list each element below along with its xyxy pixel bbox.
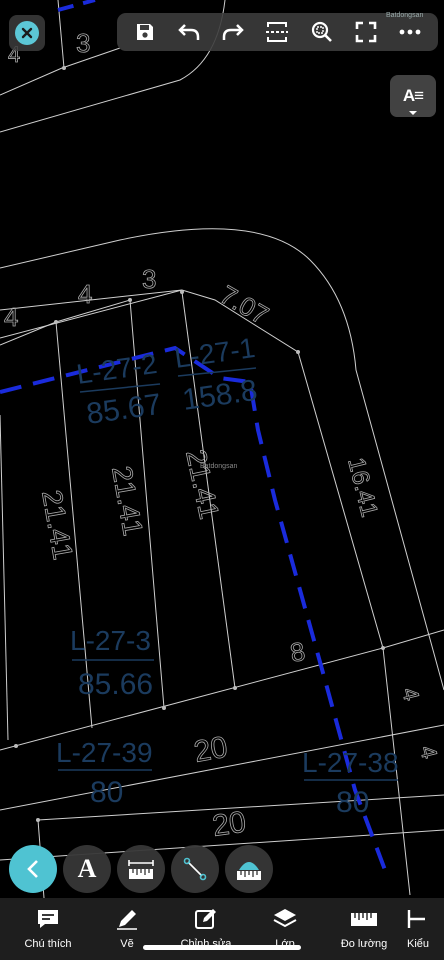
- dim-label: 8: [288, 636, 307, 668]
- layers-icon: [273, 909, 297, 928]
- drawing-watermark: Batdongsan: [200, 463, 237, 470]
- chevron-down-icon: [409, 111, 417, 115]
- more-button[interactable]: [392, 16, 428, 48]
- dropdown-bar: [390, 110, 436, 117]
- more-dots-icon: [399, 29, 421, 35]
- close-icon: [15, 21, 39, 45]
- lot-labels: L-27-2 85.67 L-27-1 158.8 L-27-3 85.66 L…: [56, 332, 399, 819]
- redo-button[interactable]: [215, 16, 251, 48]
- lot-area: 158.8: [180, 374, 259, 417]
- pencil-icon: [117, 910, 137, 930]
- undo-icon: [178, 24, 200, 40]
- dim-label: 7.07: [215, 279, 274, 330]
- nav-style[interactable]: Kiểu: [407, 906, 444, 950]
- nav-draw[interactable]: Vẽ: [91, 906, 163, 950]
- redo-icon: [223, 24, 245, 40]
- area-measure-icon: [237, 862, 261, 880]
- lot-id: L-27-38: [302, 747, 399, 778]
- dim-label: 4: [4, 302, 18, 332]
- edit-icon: [195, 909, 216, 929]
- dim-label: 21.41: [106, 464, 149, 538]
- style-icon: [407, 910, 425, 928]
- ruler-measure-icon: [128, 860, 154, 879]
- line-icon: [183, 857, 207, 881]
- lot-area: 85.66: [78, 668, 153, 701]
- fit-width-icon: [266, 22, 289, 42]
- nav-annotation[interactable]: Chú thích: [12, 906, 84, 950]
- text-size-button[interactable]: A≡: [390, 75, 436, 117]
- fullscreen-button[interactable]: [348, 16, 384, 48]
- ruler-icon: [351, 913, 377, 926]
- dashed-boundary-line: [0, 345, 387, 871]
- bottom-nav: Chú thích Vẽ Chỉnh sửa Lớp Đo lường Kiểu: [0, 898, 444, 960]
- zoom-button[interactable]: [304, 16, 340, 48]
- undo-button[interactable]: [171, 16, 207, 48]
- fit-width-button[interactable]: [259, 16, 295, 48]
- dimension-labels: 3 4 4 4 3 7.07 21.41 21.41 21.41 16.41 8…: [4, 28, 443, 844]
- lot-id: L-27-1: [173, 332, 257, 374]
- drawing-tools: A: [9, 845, 279, 895]
- text-tool-button[interactable]: A: [63, 845, 111, 893]
- dim-label: 20: [210, 806, 248, 843]
- dim-label: 4: [78, 279, 92, 309]
- back-button[interactable]: [9, 845, 57, 893]
- line-tool-button[interactable]: [171, 845, 219, 893]
- text-size-label: A≡: [402, 86, 424, 105]
- dim-label: 3: [76, 28, 90, 58]
- nav-measure[interactable]: Đo lường: [328, 906, 400, 950]
- chevron-left-icon: [27, 860, 38, 878]
- fullscreen-icon: [355, 21, 377, 43]
- dim-label: 21.41: [36, 488, 79, 562]
- dim-label: 16.41: [342, 455, 383, 520]
- nav-label: Chú thích: [24, 938, 72, 950]
- save-button[interactable]: [127, 16, 163, 48]
- lot-area: 80: [336, 786, 369, 819]
- nav-edit[interactable]: Chỉnh sửa: [170, 906, 242, 950]
- toolbar-watermark: Batdongsan: [386, 12, 424, 19]
- save-icon: [137, 24, 154, 40]
- lot-area: 85.67: [84, 388, 163, 431]
- area-tool-button[interactable]: [225, 845, 273, 893]
- cad-drawing-canvas[interactable]: 3 4 4 4 3 7.07 21.41 21.41 21.41 16.41 8…: [0, 0, 444, 960]
- nav-layers[interactable]: Lớp: [249, 906, 321, 950]
- lot-area: 80: [90, 776, 123, 809]
- dim-label: 4: [415, 743, 442, 761]
- lot-id: L-27-39: [56, 737, 153, 768]
- dim-label: 20: [191, 731, 230, 769]
- measure-distance-button[interactable]: [117, 845, 165, 893]
- nav-label: Đo lường: [340, 938, 388, 950]
- lot-id: L-27-3: [70, 625, 151, 656]
- dim-label: 21.41: [180, 447, 225, 522]
- dim-label: 3: [142, 264, 156, 294]
- zoom-icon: [311, 21, 332, 42]
- nav-label: Kiểu: [407, 938, 430, 950]
- text-tool-icon: A: [77, 854, 97, 883]
- close-button[interactable]: [9, 15, 45, 51]
- cad-nodes: [14, 66, 385, 822]
- home-indicator: [143, 945, 301, 950]
- dim-label: 4: [397, 685, 424, 703]
- comment-icon: [38, 910, 58, 928]
- lot-id: L-27-2: [75, 348, 159, 390]
